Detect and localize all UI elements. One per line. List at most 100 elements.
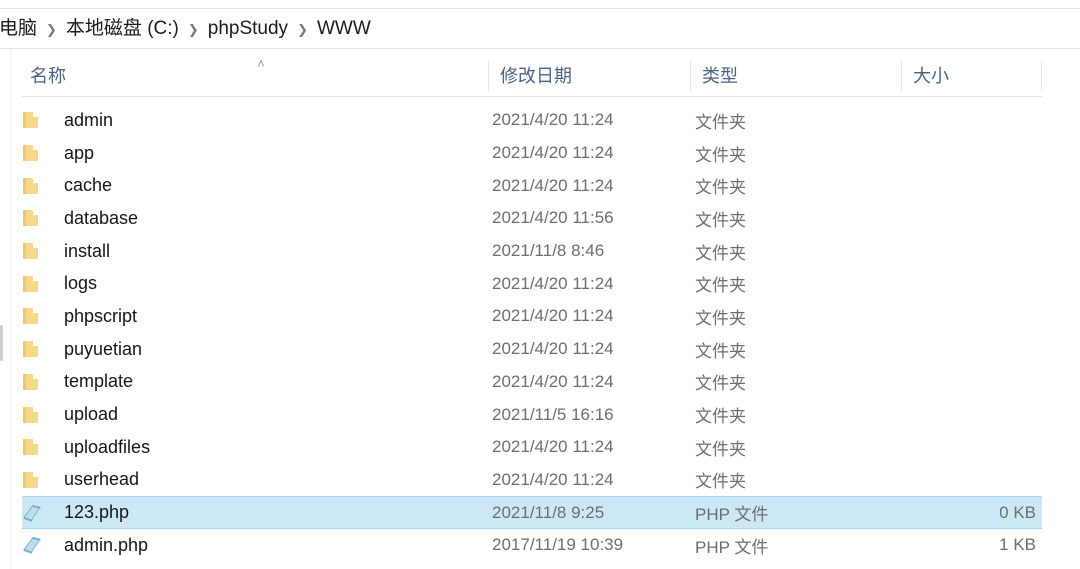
file-name-cell[interactable]: phpscript bbox=[22, 306, 137, 327]
file-name-cell[interactable]: template bbox=[22, 371, 133, 392]
file-row[interactable]: phpscript 2021/4/20 11:24 文件夹 bbox=[22, 300, 1042, 333]
column-header-name[interactable]: 名称 bbox=[30, 53, 66, 97]
file-type: 文件夹 bbox=[695, 210, 746, 230]
file-row[interactable]: template 2021/4/20 11:24 文件夹 bbox=[22, 366, 1042, 399]
file-name-label: 123.php bbox=[64, 502, 130, 523]
breadcrumb-item-www[interactable]: WWW bbox=[316, 19, 372, 38]
file-name-cell[interactable]: admin.php bbox=[22, 535, 148, 556]
folder-icon bbox=[22, 372, 44, 392]
column-header-bar: ˄ 名称 修改日期 类型 大小 bbox=[22, 53, 1042, 97]
file-type: 文件夹 bbox=[695, 472, 746, 492]
breadcrumb-separator-icon[interactable]: ❯ bbox=[38, 22, 65, 38]
file-name-cell[interactable]: puyuetian bbox=[22, 339, 142, 360]
file-type: PHP 文件 bbox=[695, 537, 769, 557]
file-name-cell[interactable]: app bbox=[22, 143, 94, 164]
breadcrumb-item-computer[interactable]: 电脑 bbox=[0, 19, 38, 38]
column-header-divider bbox=[22, 96, 1042, 97]
folder-icon bbox=[22, 274, 44, 294]
column-resize-handle-type[interactable] bbox=[901, 61, 902, 91]
file-row[interactable]: uploadfiles 2021/4/20 11:24 文件夹 bbox=[22, 431, 1042, 464]
folder-icon bbox=[22, 339, 44, 359]
file-name-cell[interactable]: upload bbox=[22, 404, 118, 425]
file-name-cell[interactable]: install bbox=[22, 241, 110, 262]
php-file-icon bbox=[22, 503, 44, 523]
file-type: 文件夹 bbox=[695, 308, 746, 328]
file-name-label: admin bbox=[64, 109, 114, 130]
file-type: 文件夹 bbox=[695, 276, 746, 296]
file-explorer-window: 电脑 ❯ 本地磁盘 (C:) ❯ phpStudy ❯ WWW ˄ 名称 修改日… bbox=[0, 0, 1080, 569]
file-date-modified: 2021/4/20 11:24 bbox=[492, 469, 614, 489]
column-resize-handle-size[interactable] bbox=[1041, 61, 1042, 91]
file-name-cell[interactable]: uploadfiles bbox=[22, 437, 150, 458]
file-date-modified: 2021/4/20 11:24 bbox=[492, 437, 614, 457]
file-row[interactable]: cache 2021/4/20 11:24 文件夹 bbox=[22, 169, 1042, 202]
file-name-label: upload bbox=[64, 404, 119, 425]
file-name-cell[interactable]: logs bbox=[22, 273, 97, 294]
navigation-pane-divider bbox=[10, 49, 11, 569]
file-name-label: app bbox=[64, 142, 95, 163]
file-row[interactable]: install 2021/11/8 8:46 文件夹 bbox=[22, 235, 1042, 268]
column-resize-handle-name[interactable] bbox=[488, 61, 489, 91]
breadcrumb-separator-icon[interactable]: ❯ bbox=[180, 22, 207, 38]
file-type: 文件夹 bbox=[695, 341, 746, 361]
file-name-label: admin.php bbox=[64, 534, 149, 555]
file-name-label: userhead bbox=[64, 469, 140, 490]
file-name-label: logs bbox=[64, 273, 98, 294]
file-row[interactable]: admin 2021/4/20 11:24 文件夹 bbox=[22, 104, 1042, 137]
file-type: 文件夹 bbox=[695, 178, 746, 198]
folder-icon bbox=[22, 143, 44, 163]
file-list[interactable]: admin 2021/4/20 11:24 文件夹 app 2021/4/20 11:2… bbox=[22, 104, 1042, 562]
folder-icon bbox=[22, 437, 44, 457]
folder-icon bbox=[22, 405, 44, 425]
file-size: 0 KB bbox=[999, 502, 1036, 522]
file-date-modified: 2021/4/20 11:24 bbox=[492, 371, 614, 391]
column-header-size[interactable]: 大小 bbox=[913, 53, 949, 97]
breadcrumb-item-local-disk-c[interactable]: 本地磁盘 (C:) bbox=[65, 19, 180, 38]
file-date-modified: 2021/4/20 11:56 bbox=[492, 208, 614, 228]
file-date-modified: 2021/4/20 11:24 bbox=[492, 273, 614, 293]
file-type: 文件夹 bbox=[695, 145, 746, 165]
file-date-modified: 2021/4/20 11:24 bbox=[492, 306, 614, 326]
folder-icon bbox=[22, 176, 44, 196]
address-bar-divider bbox=[0, 48, 1080, 49]
file-row[interactable]: database 2021/4/20 11:56 文件夹 bbox=[22, 202, 1042, 235]
file-type: 文件夹 bbox=[695, 407, 746, 427]
file-name-label: uploadfiles bbox=[64, 436, 151, 457]
file-name-cell[interactable]: admin bbox=[22, 110, 113, 131]
navigation-pane-splitter[interactable] bbox=[0, 325, 3, 361]
file-row[interactable]: upload 2021/11/5 16:16 文件夹 bbox=[22, 398, 1042, 431]
file-type: 文件夹 bbox=[695, 439, 746, 459]
file-type: 文件夹 bbox=[695, 374, 746, 394]
file-row[interactable]: 123.php 2021/11/8 9:25 PHP 文件 0 KB bbox=[22, 496, 1042, 529]
file-type: 文件夹 bbox=[695, 112, 746, 132]
file-name-label: puyuetian bbox=[64, 338, 143, 359]
file-row[interactable]: app 2021/4/20 11:24 文件夹 bbox=[22, 137, 1042, 170]
breadcrumb-item-phpstudy[interactable]: phpStudy bbox=[207, 19, 289, 38]
folder-icon bbox=[22, 241, 44, 261]
file-row[interactable]: admin.php 2017/11/19 10:39 PHP 文件 1 KB bbox=[22, 529, 1042, 562]
file-size: 1 KB bbox=[999, 535, 1036, 555]
file-name-label: template bbox=[64, 371, 134, 392]
file-type: PHP 文件 bbox=[695, 505, 769, 525]
file-date-modified: 2021/4/20 11:24 bbox=[492, 143, 614, 163]
folder-icon bbox=[22, 306, 44, 326]
address-bar[interactable]: 电脑 ❯ 本地磁盘 (C:) ❯ phpStudy ❯ WWW bbox=[0, 9, 1080, 48]
file-date-modified: 2021/11/5 16:16 bbox=[492, 404, 614, 424]
column-resize-handle-date[interactable] bbox=[690, 61, 691, 91]
file-date-modified: 2017/11/19 10:39 bbox=[492, 535, 624, 555]
file-row[interactable]: userhead 2021/4/20 11:24 文件夹 bbox=[22, 464, 1042, 497]
column-header-date-modified[interactable]: 修改日期 bbox=[500, 53, 572, 97]
file-date-modified: 2021/11/8 8:46 bbox=[492, 241, 605, 261]
breadcrumb-separator-icon[interactable]: ❯ bbox=[289, 22, 316, 38]
file-name-cell[interactable]: userhead bbox=[22, 469, 139, 490]
file-name-cell[interactable]: database bbox=[22, 208, 138, 229]
file-row[interactable]: logs 2021/4/20 11:24 文件夹 bbox=[22, 267, 1042, 300]
file-name-cell[interactable]: 123.php bbox=[22, 502, 129, 523]
file-name-label: install bbox=[64, 240, 111, 261]
file-date-modified: 2021/4/20 11:24 bbox=[492, 175, 614, 195]
php-file-icon bbox=[22, 535, 44, 555]
file-row[interactable]: puyuetian 2021/4/20 11:24 文件夹 bbox=[22, 333, 1042, 366]
file-name-cell[interactable]: cache bbox=[22, 175, 112, 196]
file-name-label: database bbox=[64, 207, 139, 228]
column-header-type[interactable]: 类型 bbox=[702, 53, 738, 97]
